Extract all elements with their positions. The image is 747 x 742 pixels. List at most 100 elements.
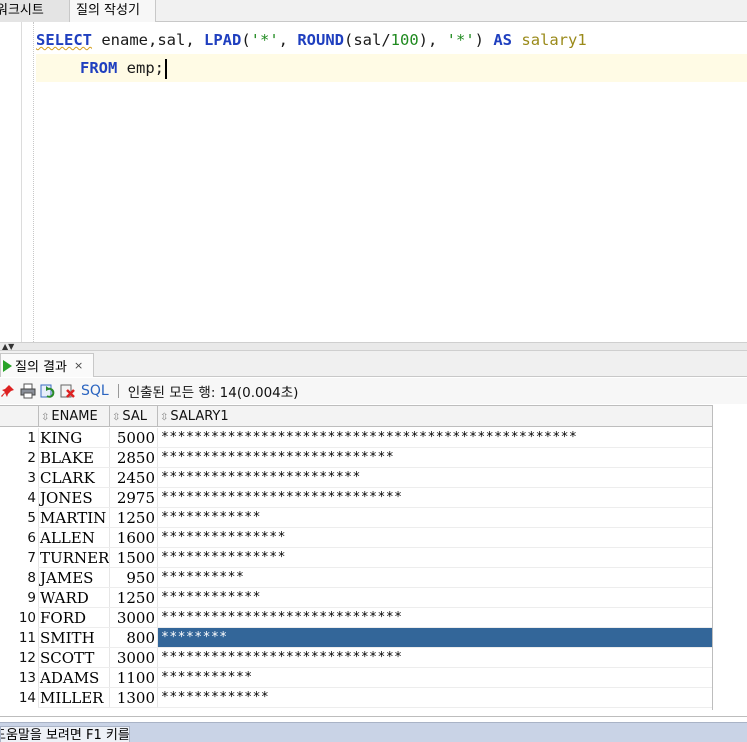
table-row[interactable]: 2 BLAKE 2850 **************************** <box>0 448 713 468</box>
cell-ename[interactable]: SMITH <box>38 628 109 648</box>
cell-ename[interactable]: BLAKE <box>38 448 109 468</box>
cell-sal[interactable]: 5000 <box>109 428 157 448</box>
row-divider <box>38 707 713 708</box>
row-number: 3 <box>27 470 36 486</box>
column-header-label: SAL <box>122 409 148 424</box>
table-row[interactable]: 14 MILLER 1300 ************* <box>0 688 713 708</box>
cell-sal[interactable]: 2850 <box>109 448 157 468</box>
cell-sal[interactable]: 800 <box>109 628 157 648</box>
code-line-1[interactable]: SELECT ename,sal, LPAD('*', ROUND(sal/10… <box>36 26 747 54</box>
row-number: 14 <box>18 690 36 706</box>
cell-ename[interactable]: MARTIN <box>38 508 109 528</box>
cell-salary1[interactable]: ********** <box>157 568 713 588</box>
column-header-ename[interactable]: ⇳ ENAME <box>38 406 109 427</box>
code-text: ename,sal, <box>92 31 204 49</box>
column-header-sal[interactable]: ⇳ SAL <box>109 406 157 427</box>
tab-worksheet[interactable]: 워크시트 <box>0 0 70 22</box>
code-line-2[interactable]: FROM emp; <box>36 54 747 82</box>
cell-sal[interactable]: 1250 <box>109 508 157 528</box>
cell-ename[interactable]: FORD <box>38 608 109 628</box>
table-row[interactable]: 5 MARTIN 1250 ************ <box>0 508 713 528</box>
cell-sal[interactable]: 1500 <box>109 548 157 568</box>
refresh-icon[interactable] <box>40 383 56 399</box>
string-literal: '*' <box>250 31 279 49</box>
cell-salary1[interactable]: ************* <box>157 688 713 708</box>
table-row[interactable]: 3 CLARK 2450 ************************ <box>0 468 713 488</box>
column-header-salary1[interactable]: ⇳ SALARY1 <box>157 406 713 427</box>
cell-sal[interactable]: 1300 <box>109 688 157 708</box>
sql-editor[interactable]: SELECT ename,sal, LPAD('*', ROUND(sal/10… <box>0 22 747 342</box>
keyword-from: FROM <box>80 59 118 77</box>
cell-salary1[interactable]: *********** <box>157 668 713 688</box>
sql-button[interactable]: SQL <box>81 383 109 399</box>
play-icon <box>3 359 12 372</box>
cell-salary1[interactable]: **************************** <box>157 448 713 468</box>
fold-guide <box>33 22 34 342</box>
row-number: 6 <box>27 530 36 546</box>
cell-sal[interactable]: 3000 <box>109 648 157 668</box>
panel-divider <box>0 716 747 717</box>
cell-salary1[interactable]: ****************************************… <box>157 428 713 448</box>
table-row[interactable]: 6 ALLEN 1600 *************** <box>0 528 713 548</box>
table-row[interactable]: 13 ADAMS 1100 *********** <box>0 668 713 688</box>
cell-sal[interactable]: 1100 <box>109 668 157 688</box>
cell-sal[interactable]: 1250 <box>109 588 157 608</box>
table-row[interactable]: 11 SMITH 800 ******** <box>0 628 713 648</box>
keyword-as: AS <box>493 31 513 49</box>
cell-sal[interactable]: 1600 <box>109 528 157 548</box>
cell-sal[interactable]: 2450 <box>109 468 157 488</box>
row-number: 9 <box>27 590 36 606</box>
grid-header: ⇳ ENAME ⇳ SAL ⇳ SALARY1 <box>0 405 713 427</box>
table-row[interactable]: 9 WARD 1250 ************ <box>0 588 713 608</box>
cell-ename[interactable]: MILLER <box>38 688 109 708</box>
cell-salary1[interactable]: *************** <box>157 528 713 548</box>
code-text: ) <box>474 31 494 49</box>
code-text: ), <box>418 31 447 49</box>
code-text: (sal/ <box>344 31 391 49</box>
cell-ename[interactable]: ALLEN <box>38 528 109 548</box>
cell-salary1[interactable]: ******** <box>157 628 713 648</box>
table-row[interactable]: 10 FORD 3000 ***************************** <box>0 608 713 628</box>
cell-salary1[interactable]: ************ <box>157 588 713 608</box>
cell-salary1[interactable]: ***************************** <box>157 488 713 508</box>
pin-icon[interactable] <box>0 383 16 399</box>
cell-ename[interactable]: KING <box>38 428 109 448</box>
row-number: 2 <box>27 450 36 466</box>
cell-salary1[interactable]: ************ <box>157 508 713 528</box>
table-row[interactable]: 8 JAMES 950 ********** <box>0 568 713 588</box>
cell-salary1[interactable]: ***************************** <box>157 648 713 668</box>
column-header-label: SALARY1 <box>170 409 229 424</box>
table-row[interactable]: 4 JONES 2975 ***************************** <box>0 488 713 508</box>
cell-sal[interactable]: 3000 <box>109 608 157 628</box>
print-icon[interactable] <box>20 383 36 399</box>
row-number: 4 <box>27 490 36 506</box>
number-literal: 100 <box>390 31 419 49</box>
cell-salary1[interactable]: ***************************** <box>157 608 713 628</box>
cell-ename[interactable]: JONES <box>38 488 109 508</box>
tab-query-result[interactable]: 질의 결과 × <box>0 353 94 377</box>
table-row[interactable]: 1 KING 5000 *******************************… <box>0 428 713 448</box>
tab-query-builder[interactable]: 질의 작성기 <box>70 0 156 22</box>
cell-ename[interactable]: SCOTT <box>38 648 109 668</box>
fetch-status: 인출된 모든 행: 14(0.004초) <box>127 385 299 401</box>
collapse-arrows-icon[interactable]: ▲▼ <box>2 343 14 351</box>
status-message: 도움말을 보려면 F1 키를 누르십시오 <box>0 726 130 742</box>
column-header-label: ENAME <box>51 409 98 424</box>
keyword-lpad: LPAD <box>203 31 242 49</box>
pane-splitter[interactable]: ▲▼ <box>0 342 747 351</box>
cell-salary1[interactable]: ************************ <box>157 468 713 488</box>
cell-ename[interactable]: TURNER <box>38 548 109 568</box>
cell-ename[interactable]: ADAMS <box>38 668 109 688</box>
row-number: 12 <box>18 650 36 666</box>
cell-ename[interactable]: JAMES <box>38 568 109 588</box>
table-row[interactable]: 12 SCOTT 3000 ***************************** <box>0 648 713 668</box>
cell-sal[interactable]: 2975 <box>109 488 157 508</box>
cell-ename[interactable]: CLARK <box>38 468 109 488</box>
cell-sal[interactable]: 950 <box>109 568 157 588</box>
table-row[interactable]: 7 TURNER 1500 *************** <box>0 548 713 568</box>
close-icon[interactable]: × <box>74 359 83 372</box>
delete-icon[interactable] <box>60 383 76 399</box>
cell-salary1[interactable]: *************** <box>157 548 713 568</box>
cell-ename[interactable]: WARD <box>38 588 109 608</box>
